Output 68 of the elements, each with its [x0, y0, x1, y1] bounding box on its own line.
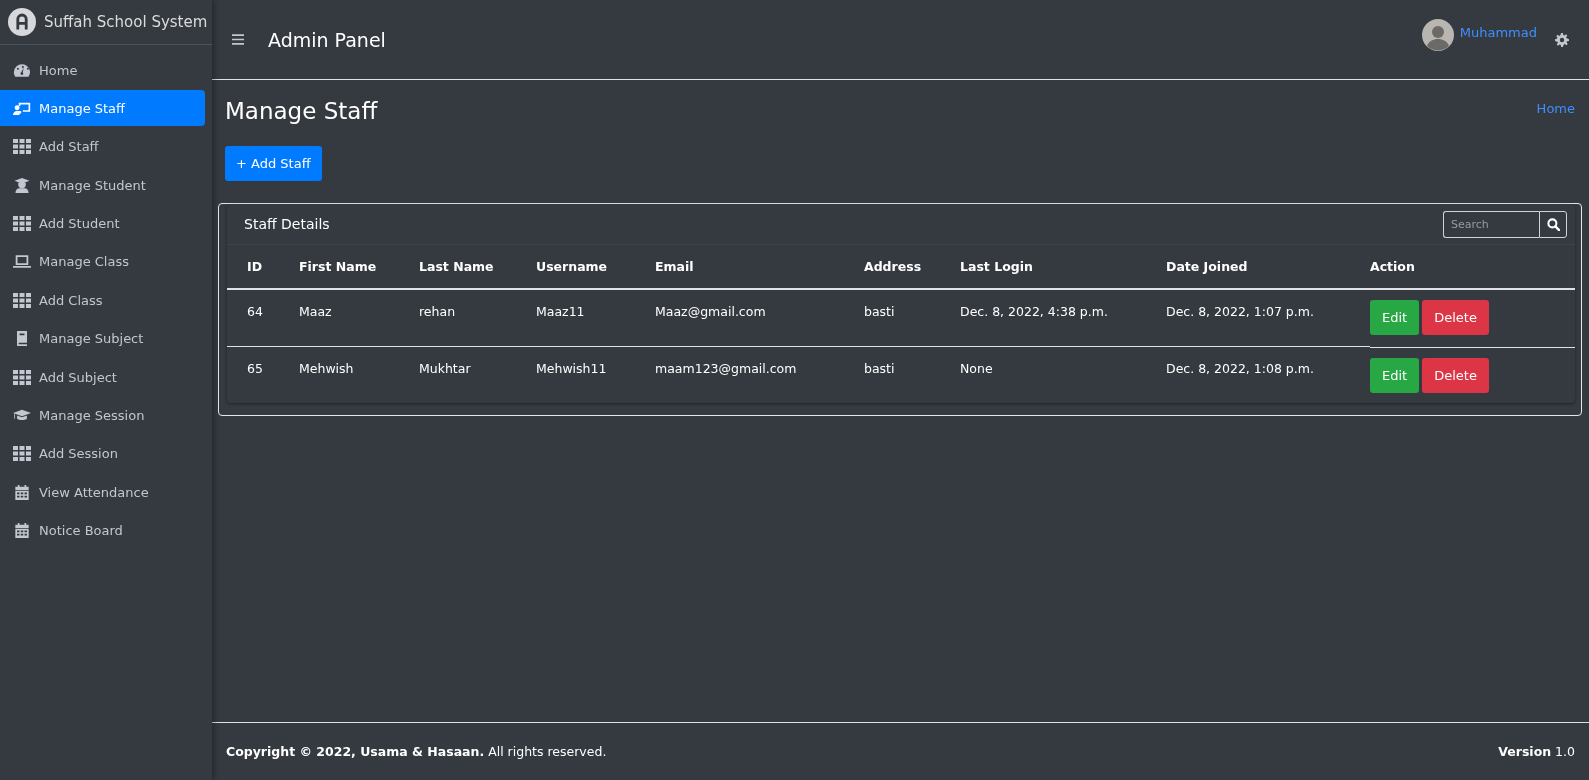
teacher-board-icon	[13, 100, 31, 116]
sidebar-item[interactable]: Manage Student	[0, 167, 205, 204]
column-header: Date Joined	[1166, 259, 1248, 274]
page-title: Manage Staff	[225, 98, 378, 124]
student-icon	[13, 177, 31, 193]
column-header: Address	[864, 259, 922, 274]
sidebar-item[interactable]: Home	[0, 52, 205, 88]
column-header: Last Name	[419, 259, 494, 274]
avatar-icon[interactable]	[1421, 18, 1454, 51]
table-cell: 64	[247, 304, 263, 319]
table-cell: Mehwish	[299, 361, 354, 376]
card-title: Staff Details	[244, 216, 330, 232]
sidebar-item[interactable]: Manage Session	[0, 397, 205, 434]
sidebar-item[interactable]: Add Staff	[0, 128, 205, 165]
sidebar-item[interactable]: Add Student	[0, 205, 205, 242]
add-staff-button[interactable]: + Add Staff	[225, 146, 322, 181]
table-cell: Mehwish11	[536, 361, 607, 376]
sidebar-item[interactable]: View Attendance	[0, 474, 205, 511]
settings-icon[interactable]	[1555, 32, 1569, 47]
table-cell: Maaz	[299, 304, 332, 319]
sidebar-item[interactable]: Manage Staff	[0, 90, 205, 127]
calendar-icon	[13, 484, 31, 500]
grid-icon	[13, 369, 31, 385]
table-cell: maam123@gmail.com	[655, 361, 797, 376]
user-name[interactable]: Muhammad	[1459, 25, 1537, 40]
table-cell: None	[960, 361, 993, 376]
breadcrumb-link[interactable]: Home	[1536, 100, 1575, 116]
panel-title: Admin Panel	[268, 28, 386, 51]
delete-button[interactable]: Delete	[1422, 357, 1489, 393]
grid-icon	[13, 446, 31, 462]
table-cell: rehan	[419, 304, 456, 319]
sidebar-item[interactable]: Manage Subject	[0, 320, 205, 357]
table-cell: Dec. 8, 2022, 4:38 p.m.	[960, 304, 1108, 319]
version-text: Version 1.0	[1498, 744, 1575, 759]
table-cell: Dec. 8, 2022, 1:07 p.m.	[1166, 304, 1314, 319]
sidebar-item[interactable]: Add Subject	[0, 359, 205, 396]
grid-icon	[13, 139, 31, 155]
table-cell: basti	[864, 304, 895, 319]
table-cell: Maaz11	[536, 304, 585, 319]
column-header: Action	[1370, 259, 1415, 274]
delete-button[interactable]: Delete	[1422, 300, 1489, 335]
grid-icon	[13, 292, 31, 308]
search-button[interactable]	[1539, 210, 1567, 238]
table-cell: Maaz@gmail.com	[655, 304, 766, 319]
graduation-cap-icon	[13, 408, 31, 423]
table-cell: basti	[864, 361, 895, 376]
sidebar-item[interactable]: Add Class	[0, 282, 205, 319]
sidebar-item[interactable]: Add Session	[0, 435, 205, 472]
menu-icon[interactable]	[232, 34, 244, 45]
table-cell: 65	[247, 361, 263, 376]
column-header: Email	[655, 259, 694, 274]
column-header: First Name	[299, 259, 377, 274]
column-header: Username	[536, 259, 608, 274]
gauge-icon	[13, 62, 31, 78]
copyright-text: Copyright © 2022, Usama & Hasaan. All rights reserved.	[226, 744, 607, 759]
column-header: ID	[247, 259, 263, 274]
brand-title: Suffah School System	[44, 13, 208, 31]
grid-icon	[13, 216, 31, 232]
search-icon	[1546, 217, 1560, 231]
table-cell: Dec. 8, 2022, 1:08 p.m.	[1166, 361, 1314, 376]
column-header: Last Login	[960, 259, 1033, 274]
laptop-icon	[13, 254, 31, 270]
logo-icon	[8, 8, 36, 36]
sidebar-item[interactable]: Manage Class	[0, 243, 205, 280]
sidebar-item[interactable]: Notice Board	[0, 512, 205, 549]
table-cell: Mukhtar	[419, 361, 471, 376]
calendar-icon	[13, 523, 31, 539]
search-field[interactable]: Search	[1443, 210, 1539, 238]
